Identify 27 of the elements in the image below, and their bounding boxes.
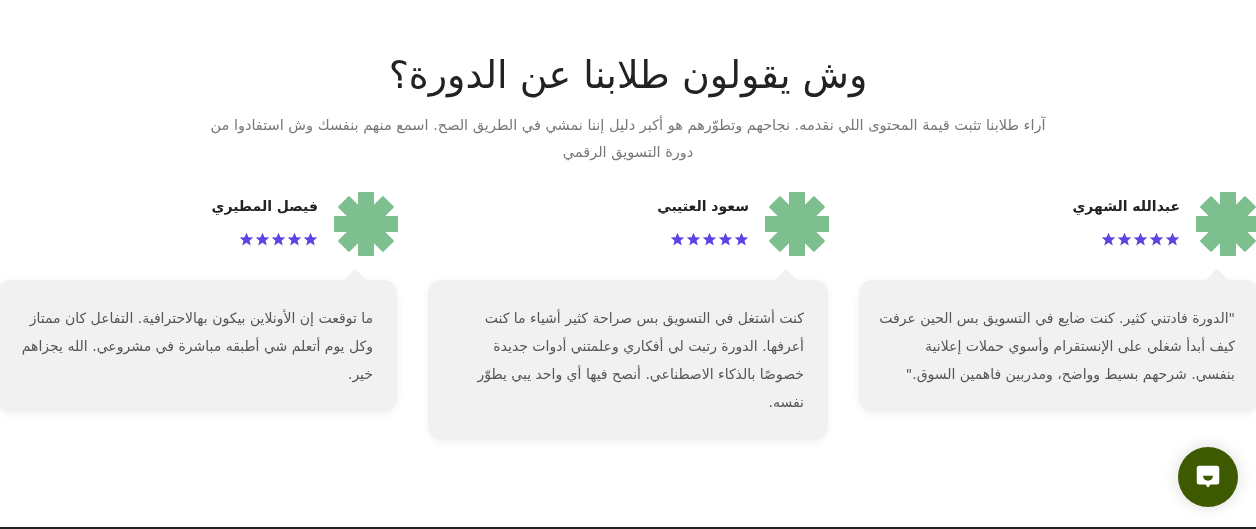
- reviewer-name: عبدالله الشهري: [1072, 197, 1180, 216]
- asterisk-avatar-icon: [334, 192, 398, 256]
- quote-text: كنت أشتغل في التسويق بس صراحة كثير أشياء ما كنت أعرفها. الدورة رتبت لي أفكاري وعلمتني أدوات جديدة خصوصًا بالذكاء الاصطناعي. أنصح فيها أي واحد يبي يطوّر نفسه.: [476, 308, 804, 412]
- asterisk-avatar-icon: [1196, 192, 1256, 256]
- star-icon: [1149, 232, 1164, 247]
- star-icon: [303, 232, 318, 247]
- reviewer-name: سعود العتيبي: [657, 197, 749, 216]
- intro-paragraph: آراء طلابنا تثبت قيمة المحتوى اللي نقدمه. نجاحهم وتطوّرهم هو أكبر دليل إننا نمشي في الطريق الصح. اسمع منهم بنفسك وش استفادوا من دورة التسويق الرقمي: [209, 114, 1047, 163]
- star-icon: [1165, 232, 1180, 247]
- star-icon: [271, 232, 286, 247]
- star-icon: [1117, 232, 1132, 247]
- quote-text: "الدورة فادتني كثير. كنت ضايع في التسويق بس الحين عرفت كيف أبدأ شغلي على الإنستقرام وأسوي حملات إعلانية بنفسي. شرحهم بسيط وواضح، ومدربين فاهمين السوق.": [879, 309, 1235, 385]
- section-heading: وش يقولون طلابنا عن الدورة؟: [387, 52, 869, 100]
- asterisk-avatar-icon: [765, 192, 829, 256]
- reviewer-name: فيصل المطيري: [211, 197, 318, 216]
- quote-text: ما توقعت إن الأونلاين بيكون بهالاحترافية. التفاعل كان ممتاز وكل يوم أتعلم شي أطبقه مباشرة في مشروعي. الله يجزاهم خير.: [20, 308, 373, 385]
- star-icon: [702, 232, 717, 247]
- star-icon: [670, 232, 685, 247]
- star-icon: [686, 232, 701, 247]
- star-icon: [734, 232, 749, 247]
- star-icon: [255, 232, 270, 247]
- star-icon: [1101, 232, 1116, 247]
- star-icon: [239, 232, 254, 247]
- chat-button[interactable]: [1178, 447, 1238, 507]
- star-icon: [287, 232, 302, 247]
- star-icon: [1133, 232, 1148, 247]
- star-icon: [718, 232, 733, 247]
